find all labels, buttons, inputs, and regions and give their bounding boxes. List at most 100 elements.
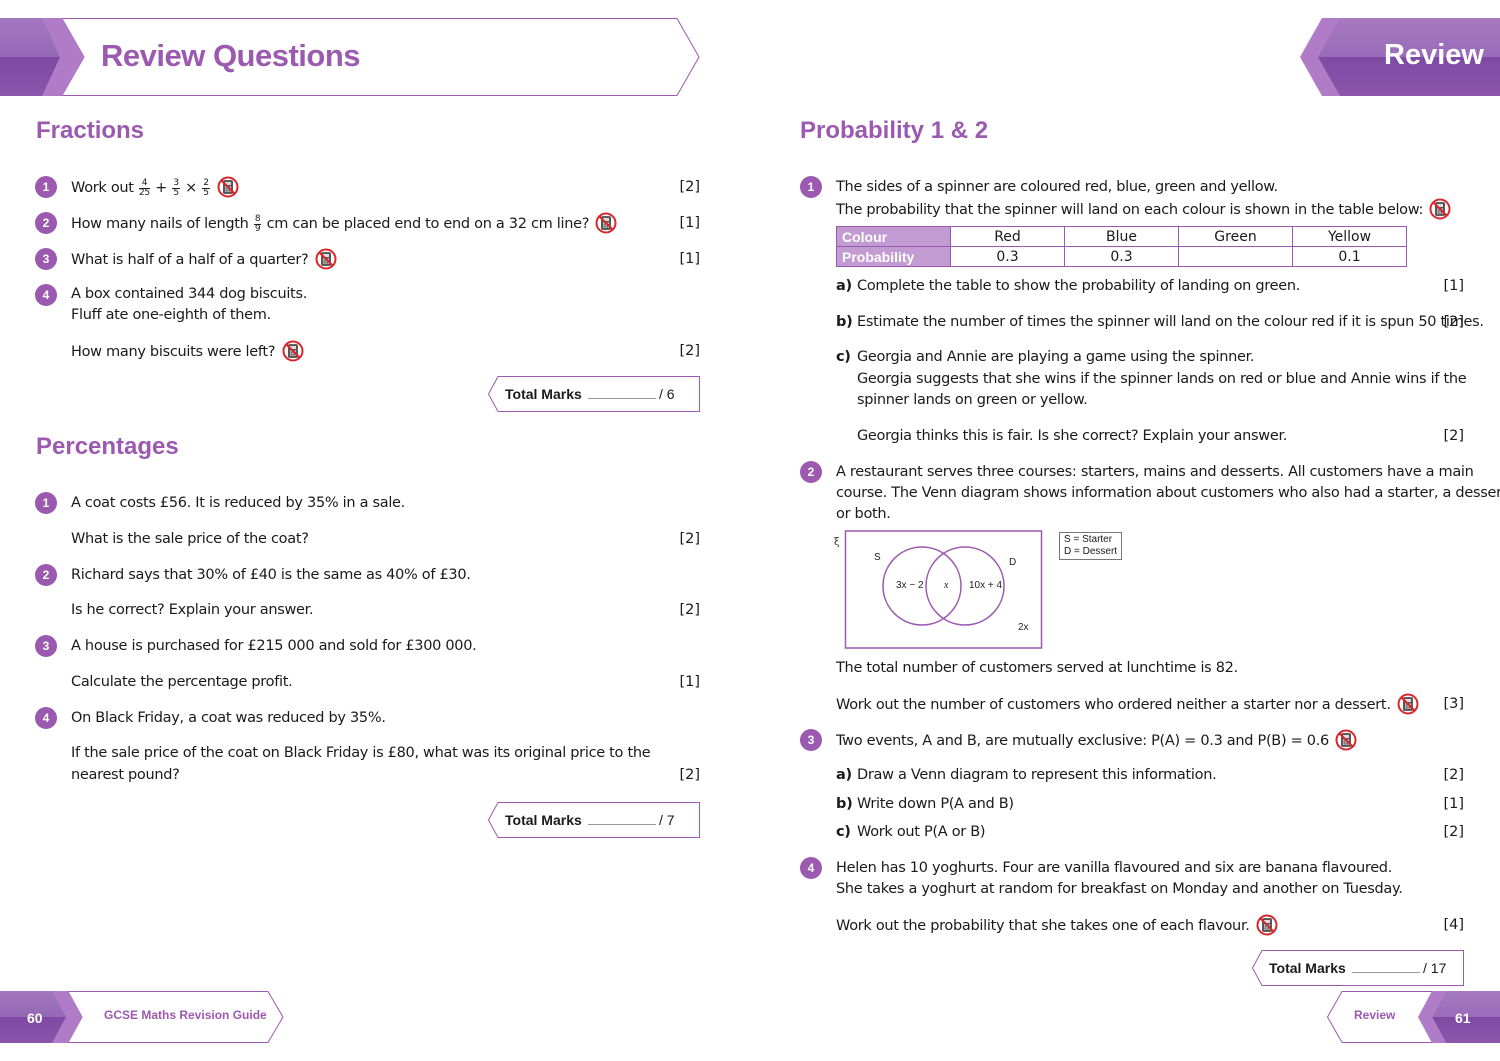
question-text: The probability that the spinner will la…: [836, 198, 1451, 222]
total-marks-box: Total Marks / 6: [488, 376, 700, 412]
table-row-probability: Probability 0.3 0.3 0.1: [836, 246, 1407, 267]
section-heading-probability: Probability 1 & 2: [800, 117, 989, 144]
table-cell: 0.3: [950, 246, 1065, 267]
venn-key-item: S = Starter: [1064, 534, 1113, 545]
footer-right-shape: [1326, 991, 1500, 1043]
total-marks-answer-line[interactable]: [588, 824, 656, 825]
numerator: 8: [253, 213, 262, 225]
sub-question-text: Draw a Venn diagram to represent this in…: [857, 767, 1217, 783]
question-number: 4: [35, 707, 57, 729]
total-marks-out-of: / 7: [659, 812, 675, 828]
sub-question: c) Work out P(A or B): [836, 822, 986, 844]
sub-question-text: Complete the table to show the probabili…: [857, 278, 1301, 294]
question-prefix: How many nails of length: [71, 216, 249, 232]
marks: [4]: [1443, 917, 1464, 933]
question-body: What is half of a half of a quarter?: [71, 252, 309, 268]
question-followup: nearest pound?: [71, 767, 180, 783]
venn-universal-symbol: ξ: [834, 537, 840, 548]
question-number: 4: [800, 857, 822, 879]
marks: [1]: [679, 215, 700, 231]
sub-question-text: Write down P(A and B): [857, 796, 1014, 812]
question-text: What is half of a half of a quarter?: [71, 248, 337, 272]
question-followup: If the sale price of the coat on Black F…: [71, 745, 651, 761]
question-followup: How many biscuits were left?: [71, 340, 304, 364]
table-cell-blank-answer[interactable]: [1178, 246, 1293, 267]
question-text: Helen has 10 yoghurts. Four are vanilla …: [836, 860, 1393, 876]
venn-diagram-svg: ξ S D 3x − 2 x 10x + 4 2x: [834, 530, 1043, 649]
sub-question-label: c): [836, 824, 851, 840]
sub-question-followup: Georgia thinks this is fair. Is she corr…: [857, 428, 1288, 444]
marks: [1]: [679, 674, 700, 690]
question-text: The sides of a spinner are coloured red,…: [836, 179, 1278, 195]
numerator: 3: [172, 177, 180, 189]
operator: ×: [185, 180, 197, 196]
venn-label-s: S: [874, 552, 881, 563]
numerator: 4: [139, 178, 150, 189]
question-text: Fluff ate one-eighth of them.: [71, 307, 271, 323]
page-title: Review Questions: [101, 38, 361, 73]
marks: [3]: [1443, 696, 1464, 712]
marks: [1]: [1443, 796, 1464, 812]
sub-question: b) Estimate the number of times the spinn…: [836, 312, 1484, 334]
sub-question: a) Complete the table to show the probabi…: [836, 276, 1300, 298]
total-marks-answer-line[interactable]: [588, 398, 656, 399]
numerator: 2: [202, 177, 210, 189]
total-marks-label: Total Marks: [1269, 960, 1346, 976]
page-number-left: 60: [27, 1010, 43, 1026]
marks: [1]: [679, 251, 700, 267]
sub-question-text: Georgia and Annie are playing a game usi…: [857, 349, 1255, 365]
denominator: 5: [203, 187, 209, 198]
marks: [2]: [679, 531, 700, 547]
marks: [2]: [679, 179, 700, 195]
table-cell: 0.3: [1064, 246, 1179, 267]
total-marks-answer-line[interactable]: [1352, 972, 1420, 973]
sub-question-text: Georgia suggests that she wins if the sp…: [857, 371, 1467, 387]
venn-region-s-only: 3x − 2: [896, 580, 924, 591]
marks: [2]: [1443, 428, 1464, 444]
sub-question-label: a): [836, 767, 852, 783]
no-calculator-icon: [1397, 693, 1419, 715]
footer-book-title: GCSE Maths Revision Guide: [104, 1008, 267, 1022]
question-number: 3: [35, 635, 57, 657]
fraction: 35: [172, 177, 180, 198]
question-info: The total number of customers served at …: [836, 660, 1238, 676]
no-calculator-icon: [1335, 729, 1357, 751]
total-marks-out-of: / 6: [659, 386, 675, 402]
question-followup: What is the sale price of the coat?: [71, 531, 309, 547]
question-number: 1: [800, 176, 822, 198]
question-text: A coat costs £56. It is reduced by 35% i…: [71, 495, 405, 511]
question-prefix: Work out: [71, 180, 134, 196]
question-number: 4: [35, 284, 57, 306]
question-number: 2: [35, 212, 57, 234]
section-tab-title: Review: [1384, 39, 1484, 71]
question-text: Work out the number of customers who ord…: [836, 693, 1419, 717]
question-text: How many nails of length 89 cm can be pl…: [71, 212, 617, 236]
fraction: 4 25: [139, 178, 150, 198]
table-cell: Green: [1178, 226, 1293, 247]
no-calculator-icon: [217, 176, 239, 198]
question-body: Work out the probability that she takes …: [836, 918, 1250, 934]
question-body: How many biscuits were left?: [71, 344, 276, 360]
venn-key: S = Starter D = Dessert: [1059, 532, 1123, 560]
sub-question-text: Work out P(A or B): [857, 824, 986, 840]
question-text: Work out the probability that she takes …: [836, 914, 1278, 938]
question-number: 2: [800, 461, 822, 483]
question-followup: Calculate the percentage profit.: [71, 674, 293, 690]
probability-table: Colour Red Blue Green Yellow Probability…: [836, 226, 1407, 267]
table-cell: 0.1: [1292, 246, 1407, 267]
venn-region-d-only: 10x + 4: [969, 580, 1003, 591]
sub-question-label: b): [836, 314, 853, 330]
question-number: 3: [35, 248, 57, 270]
marks: [2]: [1443, 767, 1464, 783]
question-text: Work out 4 25 + 35 × 25: [71, 176, 239, 200]
section-heading-fractions: Fractions: [36, 117, 145, 144]
question-text: A house is purchased for £215 000 and so…: [71, 638, 477, 654]
table-cell: Yellow: [1292, 226, 1407, 247]
row-header: Probability: [836, 246, 951, 267]
no-calculator-icon: [315, 248, 337, 270]
question-number: 1: [35, 492, 57, 514]
question-text: A box contained 344 dog biscuits.: [71, 286, 308, 302]
no-calculator-icon: [1256, 914, 1278, 936]
question-text: or both.: [836, 506, 891, 522]
question-text: On Black Friday, a coat was reduced by 3…: [71, 710, 386, 726]
